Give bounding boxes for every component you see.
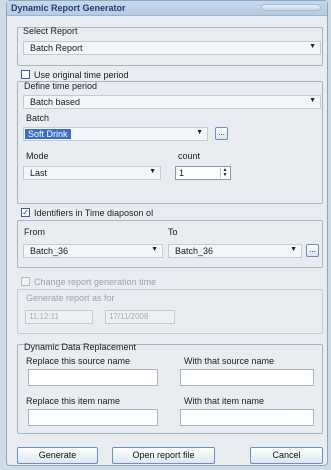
identifiers-group: From To Batch_36 ▼ Batch_36 ▼ ...: [17, 220, 323, 268]
select-report-label: Select Report: [23, 26, 78, 36]
replace-source-input[interactable]: [28, 369, 158, 386]
with-source-label: With that source name: [184, 356, 275, 366]
chevron-down-icon: ▼: [149, 168, 156, 175]
batch-label: Batch: [26, 113, 50, 123]
time-picker[interactable]: 11:12:11: [25, 310, 93, 324]
time-mode-combo[interactable]: Batch based ▼: [23, 95, 321, 109]
with-item-label: With that item name: [184, 396, 265, 406]
change-time-checkbox[interactable]: [21, 277, 30, 286]
time-value: 11:12:11: [29, 312, 59, 321]
select-report-value: Batch Report: [30, 43, 83, 53]
cancel-button[interactable]: Cancel: [250, 447, 323, 464]
chevron-down-icon: ▼: [309, 43, 316, 50]
title-bar: Dynamic Report Generator: [7, 1, 327, 16]
chevron-down-icon: ▼: [290, 246, 297, 253]
from-label: From: [24, 227, 45, 237]
change-time-group: Generate report as for 11:12:11 17/11/20…: [17, 289, 323, 334]
select-report-combo[interactable]: Batch Report ▼: [23, 41, 321, 55]
date-value: 17/11/2008: [109, 312, 149, 321]
report-generator-window: Dynamic Report Generator Select Report B…: [6, 0, 328, 466]
to-value: Batch_36: [175, 246, 214, 256]
with-source-input[interactable]: [180, 369, 314, 386]
dynamic-replacement-group: Dynamic Data Replacement Replace this so…: [17, 342, 323, 434]
count-value: 1: [179, 168, 185, 178]
define-time-label: Define time period: [24, 81, 98, 91]
mode-label: Mode: [26, 151, 49, 161]
count-stepper[interactable]: 1 ▲ ▼: [175, 166, 231, 180]
window-title: Dynamic Report Generator: [11, 3, 126, 13]
stepper-down-icon[interactable]: ▼: [221, 173, 229, 178]
chevron-down-icon: ▼: [309, 97, 316, 104]
title-bar-decoration: [261, 4, 321, 11]
to-combo[interactable]: Batch_36 ▼: [168, 244, 302, 258]
time-mode-value: Batch based: [30, 97, 81, 107]
batch-browse-button[interactable]: ...: [215, 127, 228, 140]
to-browse-button[interactable]: ...: [306, 244, 319, 257]
from-value: Batch_36: [30, 246, 69, 256]
mode-value: Last: [30, 168, 48, 178]
count-stepper-buttons[interactable]: ▲ ▼: [220, 168, 229, 178]
to-label: To: [168, 227, 178, 237]
define-time-group: Define time period Batch based ▼ Batch S…: [17, 81, 323, 204]
chevron-down-icon: ▼: [196, 129, 203, 136]
open-report-file-button[interactable]: Open report file: [112, 447, 215, 464]
batch-combo[interactable]: Soft Drink ▼: [23, 127, 208, 141]
chevron-down-icon: ▼: [151, 246, 158, 253]
replace-item-label: Replace this item name: [26, 396, 121, 406]
count-label: count: [178, 151, 201, 161]
identifiers-label: Identifiers in Time diaposon ol: [34, 208, 154, 218]
replace-source-label: Replace this source name: [26, 356, 131, 366]
use-original-checkbox[interactable]: [21, 70, 30, 79]
batch-value: Soft Drink: [25, 129, 71, 139]
dynamic-title: Dynamic Data Replacement: [24, 342, 137, 352]
date-picker[interactable]: 17/11/2008: [105, 310, 175, 324]
identifiers-checkbox[interactable]: ✓: [21, 208, 30, 217]
generate-as-for-label: Generate report as for: [26, 293, 115, 303]
select-report-group: Select Report Batch Report ▼: [17, 26, 323, 66]
with-item-input[interactable]: [180, 409, 314, 426]
mode-combo[interactable]: Last ▼: [23, 166, 161, 180]
generate-button[interactable]: Generate: [17, 447, 98, 464]
from-combo[interactable]: Batch_36 ▼: [23, 244, 163, 258]
change-time-label: Change report generation time: [34, 277, 157, 287]
replace-item-input[interactable]: [28, 409, 158, 426]
use-original-label: Use original time period: [34, 70, 129, 80]
